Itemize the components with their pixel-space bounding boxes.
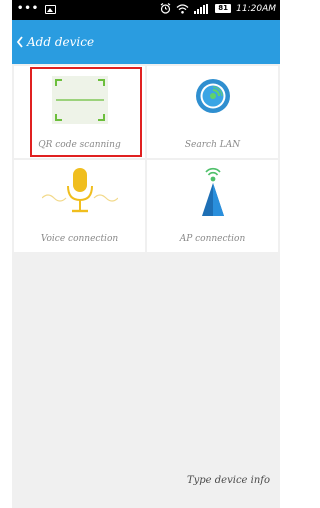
tile-label: Voice connection [40,234,119,244]
tile-qr-code-scanning[interactable]: QR code scanning [14,66,145,158]
app-screen: ••• 81 11:20AM Add device QR code scanni… [12,0,280,508]
tile-label: Search LAN [184,140,241,150]
app-header: Add device [12,20,280,64]
ap-tower-icon [202,167,224,216]
page-title: Add device [27,35,95,49]
tile-label: AP connection [179,234,246,244]
alarm-icon [160,3,171,14]
battery-indicator: 81 [215,4,232,13]
lan-search-icon [196,79,230,113]
microphone-icon [42,168,118,213]
status-right: 81 11:20AM [160,3,276,14]
more-dots-icon: ••• [17,3,40,14]
connection-method-grid: QR code scanning Search LAN Voice connec… [14,66,278,252]
tile-ap-connection[interactable]: AP connection [147,160,278,252]
chevron-left-icon [16,36,23,48]
status-time: 11:20AM [236,3,276,14]
tile-voice-connection[interactable]: Voice connection [14,160,145,252]
tile-label: QR code scanning [38,140,121,150]
back-button[interactable]: Add device [16,30,94,54]
qr-scan-icon [52,76,108,124]
signal-icon [194,3,209,14]
tile-search-lan[interactable]: Search LAN [147,66,278,158]
status-bar: ••• 81 11:20AM [12,0,280,20]
status-left: ••• [17,3,57,15]
image-notification-icon [45,4,57,14]
wifi-icon [176,3,189,14]
type-device-info-link[interactable]: Type device info [187,475,270,486]
